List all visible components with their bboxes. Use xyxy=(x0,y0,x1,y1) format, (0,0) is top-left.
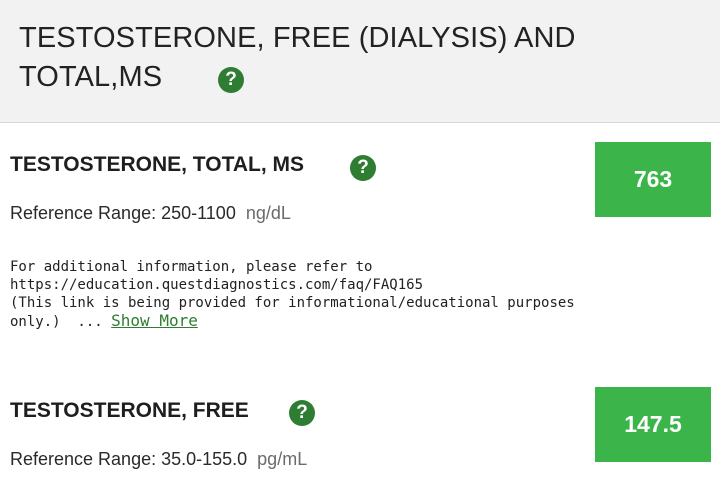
reference-unit: ng/dL xyxy=(245,203,291,223)
result-value: 147.5 xyxy=(595,387,711,462)
reference-unit: pg/mL xyxy=(257,449,308,469)
note-line: only.) ... xyxy=(10,314,112,330)
help-icon[interactable]: ? xyxy=(350,155,376,181)
result-value: 763 xyxy=(595,142,711,217)
help-icon[interactable]: ? xyxy=(218,67,244,93)
reference-range: Reference Range: 250-1100 ng/dL xyxy=(10,203,291,224)
page-title-line-1: TESTOSTERONE, FREE (DIALYSIS) AND xyxy=(19,22,576,54)
help-icon[interactable]: ? xyxy=(289,400,315,426)
reference-range-label: Reference Range: 35.0-155.0 xyxy=(10,449,248,469)
info-note: For additional information, please refer… xyxy=(10,258,575,331)
page-title-line-2: TOTAL,MS xyxy=(19,61,163,93)
test-name: TESTOSTERONE, FREE xyxy=(10,399,249,422)
show-more-link[interactable]: Show More xyxy=(111,311,198,330)
reference-range: Reference Range: 35.0-155.0 pg/mL xyxy=(10,449,307,470)
note-line: (This link is being provided for informa… xyxy=(10,295,575,311)
note-line: For additional information, please refer… xyxy=(10,259,373,275)
note-link: https://education.questdiagnostics.com/f… xyxy=(10,277,424,293)
test-name: TESTOSTERONE, TOTAL, MS xyxy=(10,153,305,176)
page-header: TESTOSTERONE, FREE (DIALYSIS) AND TOTAL,… xyxy=(0,0,720,123)
reference-range-label: Reference Range: 250-1100 xyxy=(10,203,236,223)
